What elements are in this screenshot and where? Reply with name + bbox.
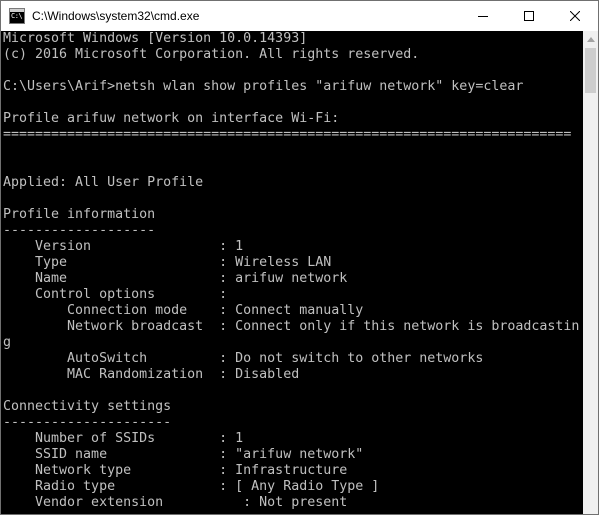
console-line: C:\Users\Arif>netsh wlan show profiles "… bbox=[3, 79, 524, 94]
console-line: ------------------- bbox=[3, 223, 156, 238]
console-line: Name : arifuw network bbox=[3, 271, 348, 286]
minimize-icon bbox=[478, 16, 488, 17]
scroll-thumb[interactable] bbox=[585, 48, 596, 93]
console-line: AutoSwitch : Do not switch to other netw… bbox=[3, 351, 484, 366]
scroll-up-button[interactable] bbox=[583, 31, 598, 48]
console-line: Connectivity settings bbox=[3, 399, 172, 414]
console-line: Version : 1 bbox=[3, 239, 244, 254]
console-line: Profile information bbox=[3, 207, 156, 222]
console-line: g bbox=[3, 335, 12, 350]
console-line: ========================================… bbox=[3, 127, 572, 142]
cmd-window: C:\ C:\Windows\system32\cmd.exe Microsof… bbox=[0, 0, 599, 515]
console-line: Type : Wireless LAN bbox=[3, 255, 332, 270]
console-line: Number of SSIDs : 1 bbox=[3, 431, 244, 446]
minimize-button[interactable] bbox=[460, 1, 506, 31]
console-line: Microsoft Windows [Version 10.0.14393] bbox=[3, 31, 308, 46]
console-line: --------------------- bbox=[3, 415, 172, 430]
console-line: Applied: All User Profile bbox=[3, 175, 204, 190]
window-title: C:\Windows\system32\cmd.exe bbox=[32, 9, 200, 23]
console-output[interactable]: Microsoft Windows [Version 10.0.14393] (c… bbox=[1, 31, 583, 514]
console-line: Vendor extension : Not present bbox=[3, 495, 348, 510]
console-line: Network type : Infrastructure bbox=[3, 463, 348, 478]
title-bar[interactable]: C:\ C:\Windows\system32\cmd.exe bbox=[1, 1, 598, 31]
maximize-icon bbox=[524, 11, 534, 21]
close-button[interactable] bbox=[552, 1, 598, 31]
chevron-up-icon bbox=[586, 37, 595, 42]
maximize-button[interactable] bbox=[506, 1, 552, 31]
console-line: Profile arifuw network on interface Wi-F… bbox=[3, 111, 340, 126]
cmd-icon[interactable]: C:\ bbox=[9, 8, 25, 24]
close-icon bbox=[570, 11, 580, 21]
console-line: SSID name : "arifuw network" bbox=[3, 447, 364, 462]
console-line: Network broadcast : Connect only if this… bbox=[3, 319, 580, 334]
console-line: Connection mode : Connect manually bbox=[3, 303, 364, 318]
console-line: MAC Randomization : Disabled bbox=[3, 367, 300, 382]
vertical-scrollbar[interactable] bbox=[583, 31, 598, 514]
console-line: Radio type : [ Any Radio Type ] bbox=[3, 479, 380, 494]
console-line: Control options : bbox=[3, 287, 228, 302]
window-controls bbox=[460, 1, 598, 31]
console-line: (c) 2016 Microsoft Corporation. All righ… bbox=[3, 47, 420, 62]
